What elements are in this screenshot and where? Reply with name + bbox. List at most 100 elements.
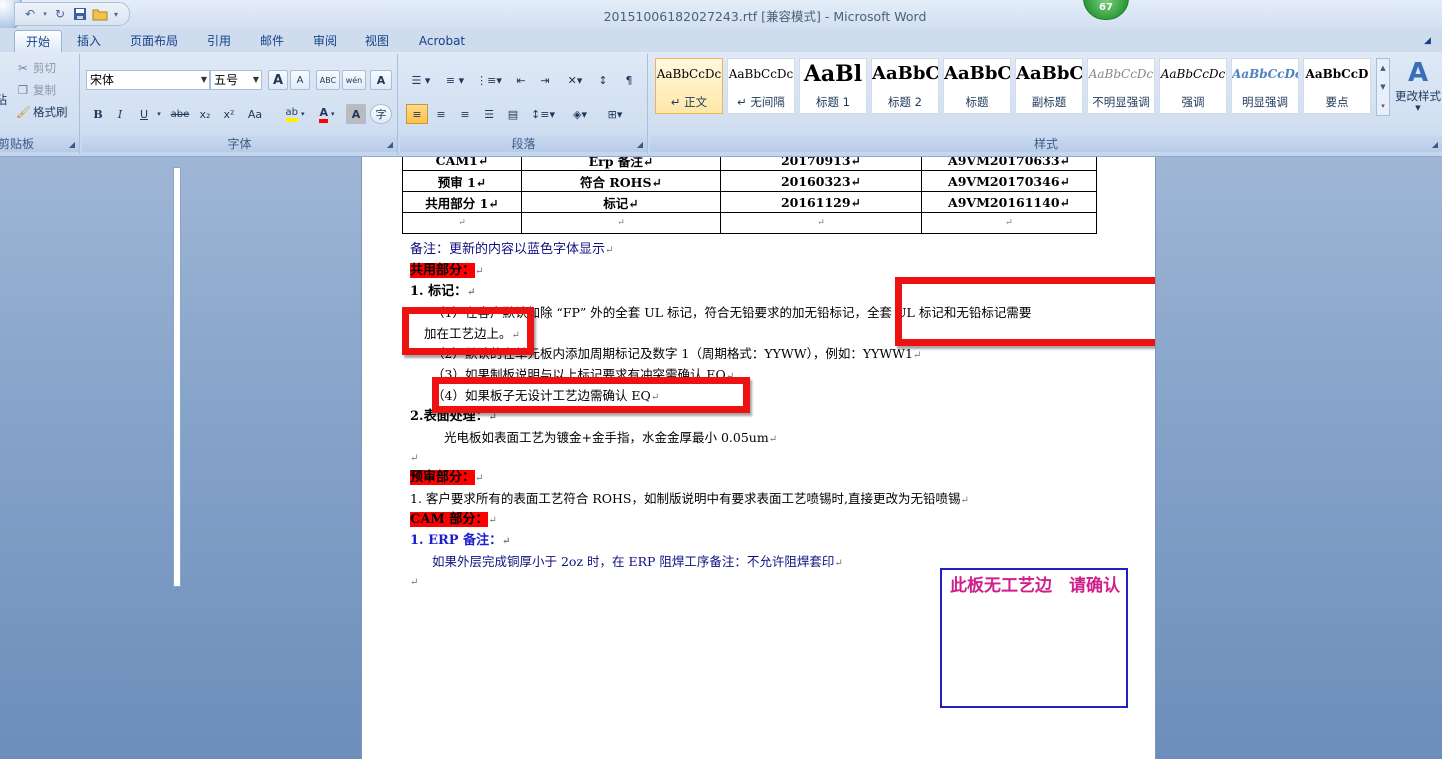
cam-heading-text: CAM 部分： bbox=[410, 512, 489, 527]
shrink-font-button[interactable]: A bbox=[290, 70, 310, 90]
style-emphasis[interactable]: AaBbCcDc 强调 bbox=[1159, 58, 1227, 114]
change-styles-label: 更改样式 bbox=[1395, 89, 1441, 103]
style-sample: AaBbCcDc bbox=[1088, 67, 1154, 81]
distributed-button[interactable]: ▤ bbox=[502, 104, 524, 124]
decrease-indent-button[interactable]: ⇤ bbox=[510, 70, 532, 90]
tab-review[interactable]: 审阅 bbox=[302, 30, 348, 52]
erp-text: 如果外层完成铜厚小于 2oz 时，在 ERP 阻焊工序备注：不允许阻焊套印 bbox=[432, 554, 835, 569]
grow-font-button[interactable]: A bbox=[268, 70, 288, 90]
char-shading-button[interactable]: A bbox=[346, 104, 366, 124]
font-group-label: 字体 bbox=[82, 136, 397, 152]
note-text: 备注：更新的内容以蓝色字体显示 bbox=[410, 242, 606, 257]
font-name-combo[interactable]: 宋体 ▼ bbox=[86, 70, 210, 90]
italic-button[interactable]: I bbox=[110, 104, 130, 124]
table-cell: 20161129↵ bbox=[720, 191, 922, 213]
tab-home[interactable]: 开始 bbox=[14, 30, 62, 53]
tab-references[interactable]: 引用 bbox=[196, 30, 242, 52]
empty-paragraph: ↵ bbox=[410, 453, 419, 464]
style-heading-1[interactable]: AaBl 标题 1 bbox=[799, 58, 867, 114]
table-row: 共用部分 1↵ 标记↵ 20161129↵ A9VM20161140↵ bbox=[402, 191, 1097, 213]
borders-button[interactable]: ⊞▾ bbox=[600, 104, 630, 124]
tab-insert[interactable]: 插入 bbox=[66, 30, 112, 52]
more-styles-icon[interactable]: ▾ bbox=[1377, 97, 1389, 116]
underline-button[interactable]: U bbox=[134, 104, 154, 124]
align-center-button[interactable]: ≡ bbox=[430, 104, 452, 124]
style-heading-2[interactable]: AaBbC 标题 2 bbox=[871, 58, 939, 114]
style-subtitle[interactable]: AaBbC 副标题 bbox=[1015, 58, 1083, 114]
change-case-button[interactable]: Aa bbox=[242, 104, 268, 124]
tab-view[interactable]: 视图 bbox=[354, 30, 400, 52]
style-name: 不明显强调 bbox=[1092, 95, 1150, 109]
enclose-char-button[interactable]: 字 bbox=[370, 104, 392, 124]
style-subtle-emphasis[interactable]: AaBbCcDc 不明显强调 bbox=[1087, 58, 1155, 114]
shared-heading-text: 共用部分： bbox=[410, 263, 476, 278]
style-title[interactable]: AaBbC 标题 bbox=[943, 58, 1011, 114]
style-sample: AaBbCcDc bbox=[728, 67, 794, 81]
tab-acrobat[interactable]: Acrobat bbox=[410, 30, 474, 52]
scroll-down-icon[interactable]: ▼ bbox=[1377, 78, 1389, 97]
window-title: 20151006182027243.rtf [兼容模式] - Microsoft… bbox=[603, 9, 927, 24]
title-bar: ↶ ▾ ↻ ▾ 20151006182027243.rtf [兼容模式] - M… bbox=[0, 0, 1442, 32]
clipboard-group-label: 剪贴板 bbox=[0, 136, 79, 152]
show-marks-button[interactable]: ¶ bbox=[618, 70, 640, 90]
superscript-button[interactable]: x² bbox=[218, 104, 240, 124]
styles-launcher-icon[interactable]: ◢ bbox=[1432, 140, 1438, 149]
document-page[interactable]: CAM1↵ Erp 备注↵ 20170913↵ A9VM20170633↵ 预审… bbox=[361, 157, 1156, 759]
increase-indent-button[interactable]: ⇥ bbox=[534, 70, 556, 90]
font-color-button[interactable]: A ▾ bbox=[312, 104, 342, 124]
style-name: 标题 1 bbox=[816, 95, 850, 109]
scroll-up-icon[interactable]: ▲ bbox=[1377, 59, 1389, 78]
clipboard-launcher-icon[interactable]: ◢ bbox=[69, 140, 75, 149]
erp-paragraph: 如果外层完成铜厚小于 2oz 时，在 ERP 阻焊工序备注：不允许阻焊套印↵ bbox=[432, 554, 843, 569]
style-intense-emphasis[interactable]: AaBbCcDc 明显强调 bbox=[1231, 58, 1299, 114]
style-normal[interactable]: AaBbCcDc ↵ 正文 bbox=[655, 58, 723, 114]
precheck-text: 1. 客户要求所有的表面工艺符合 ROHS，如制版说明中有要求表面工艺喷锡时,直… bbox=[410, 491, 961, 506]
copy-button[interactable]: ❐ 复制 bbox=[16, 80, 56, 100]
paste-button[interactable]: 粘 bbox=[0, 86, 8, 112]
help-icon[interactable]: ◢ bbox=[1424, 36, 1434, 46]
copy-icon: ❐ bbox=[17, 83, 29, 97]
note-paragraph: 备注：更新的内容以蓝色字体显示↵ bbox=[410, 242, 614, 257]
annotation-box bbox=[432, 377, 750, 413]
bullets-button[interactable]: ☰ ▾ bbox=[406, 70, 436, 90]
numbering-button[interactable]: ≡ ▾ bbox=[440, 70, 470, 90]
style-no-spacing[interactable]: AaBbCcDc ↵ 无间隔 bbox=[727, 58, 795, 114]
marking-heading: 1. 标记：↵ bbox=[410, 284, 476, 299]
tab-mailings[interactable]: 邮件 bbox=[249, 30, 295, 52]
erp-heading-text: 1. ERP 备注： bbox=[410, 533, 503, 548]
vertical-ruler[interactable] bbox=[173, 167, 181, 587]
change-styles-button[interactable]: A 更改样式 ▼ bbox=[1394, 58, 1442, 128]
justify-button[interactable]: ☰ bbox=[478, 104, 500, 124]
phonetic-guide-button[interactable]: wén bbox=[342, 70, 366, 90]
multilevel-list-button[interactable]: ⋮≡▾ bbox=[474, 70, 504, 90]
clear-format-button[interactable]: ABC bbox=[316, 70, 340, 90]
sort-button[interactable]: ↕ bbox=[592, 70, 614, 90]
font-launcher-icon[interactable]: ◢ bbox=[387, 140, 393, 149]
highlight-button[interactable]: ab ▾ bbox=[278, 104, 312, 124]
paragraph-launcher-icon[interactable]: ◢ bbox=[637, 140, 643, 149]
underline-dropdown-icon[interactable]: ▾ bbox=[154, 104, 164, 124]
chevron-down-icon: ▾ bbox=[331, 110, 335, 118]
align-right-button[interactable]: ≡ bbox=[454, 104, 476, 124]
line-spacing-button[interactable]: ↕≡▾ bbox=[528, 104, 558, 124]
chinese-layout-button[interactable]: ✕▾ bbox=[560, 70, 590, 90]
justify-icon: ☰ bbox=[484, 107, 494, 121]
style-strong[interactable]: AaBbCcD 要点 bbox=[1303, 58, 1371, 114]
strikethrough-button[interactable]: abe bbox=[168, 104, 192, 124]
table-cell: 符合 ROHS↵ bbox=[521, 170, 721, 192]
bold-button[interactable]: B bbox=[88, 104, 108, 124]
style-name: 要点 bbox=[1325, 95, 1349, 109]
style-name: 标题 2 bbox=[888, 95, 922, 109]
style-name: 强调 bbox=[1181, 95, 1205, 109]
subscript-button[interactable]: x₂ bbox=[194, 104, 216, 124]
tab-page-layout[interactable]: 页面布局 bbox=[120, 30, 188, 52]
precheck-paragraph: 1. 客户要求所有的表面工艺符合 ROHS，如制版说明中有要求表面工艺喷锡时,直… bbox=[410, 491, 969, 506]
shading-button[interactable]: ◈▾ bbox=[564, 104, 596, 124]
table-cell: 共用部分 1↵ bbox=[402, 191, 522, 213]
align-left-button[interactable]: ≡ bbox=[406, 104, 428, 124]
align-left-icon: ≡ bbox=[412, 107, 422, 121]
cut-button[interactable]: ✂ 剪切 bbox=[16, 58, 56, 78]
char-border-button[interactable]: A bbox=[370, 70, 392, 90]
font-size-combo[interactable]: 五号 ▼ bbox=[210, 70, 262, 90]
format-painter-button[interactable]: 🖌 格式刷 bbox=[16, 102, 68, 122]
